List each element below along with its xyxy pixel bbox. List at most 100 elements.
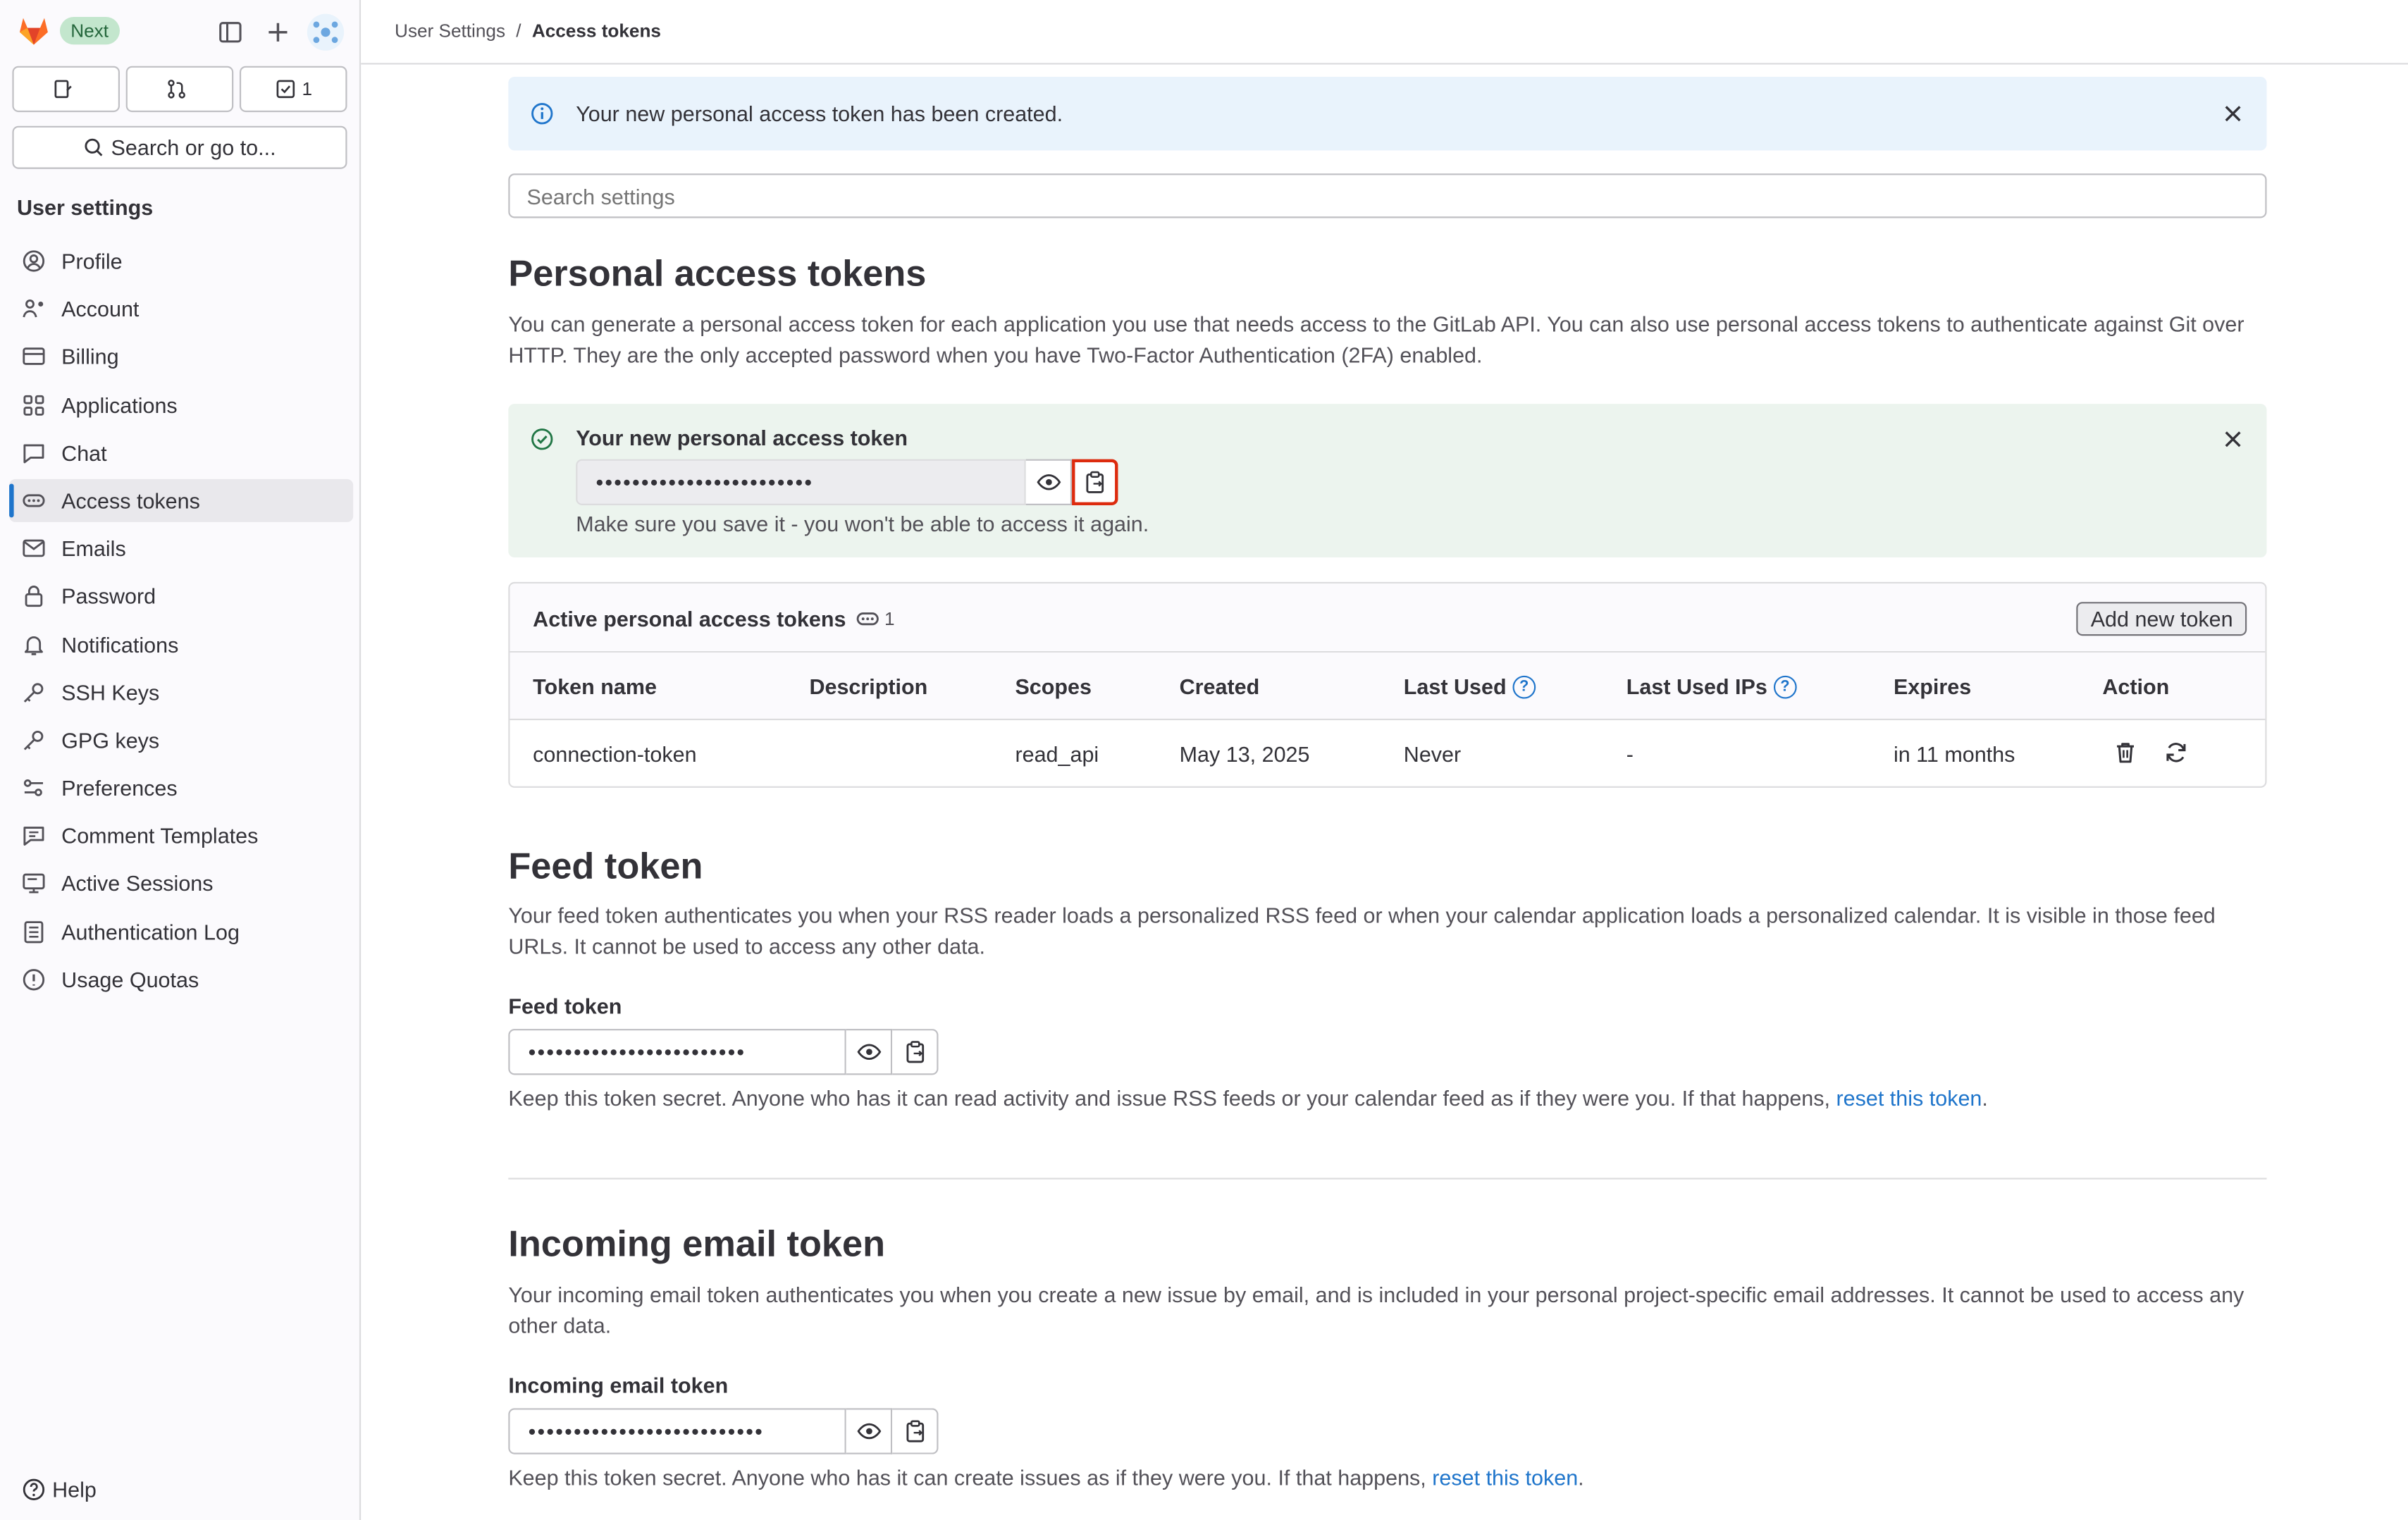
feed-token-note: Keep this token secret. Anyone who has i… xyxy=(508,1085,1988,1111)
lock-icon xyxy=(22,584,47,609)
breadcrumb-separator: / xyxy=(516,20,521,42)
pat-heading: Personal access tokens xyxy=(508,253,927,295)
column-created: Created xyxy=(1179,674,1260,699)
copy-feed-token-button[interactable] xyxy=(892,1029,939,1075)
column-last-used-ips: Last Used IPs ? xyxy=(1626,674,1797,699)
sidebar-item-authentication-log[interactable]: Authentication Log xyxy=(9,910,353,953)
sidebar: Next 1 Search or go to... User settings … xyxy=(0,0,362,1520)
add-new-token-button[interactable]: Add new token xyxy=(2077,602,2247,636)
sidebar-item-profile[interactable]: Profile xyxy=(9,240,353,283)
help-button[interactable]: Help xyxy=(22,1477,97,1502)
column-expires: Expires xyxy=(1893,674,1972,699)
pat-description: You can generate a personal access token… xyxy=(508,311,2245,366)
active-tokens-header: Active personal access tokens 1 Add new … xyxy=(510,583,2266,653)
toggle-visibility-button[interactable] xyxy=(1025,459,1073,505)
sidebar-item-preferences[interactable]: Preferences xyxy=(9,767,353,810)
new-token-field: •••••••••••••••••••••••• xyxy=(576,459,1118,505)
preferences-icon xyxy=(22,776,47,801)
toggle-visibility-button[interactable] xyxy=(846,1408,893,1454)
column-description: Description xyxy=(809,674,928,699)
incoming-email-token-field: •••••••••••••••••••••••••• xyxy=(508,1408,939,1454)
billing-icon xyxy=(22,345,47,369)
column-action: Action xyxy=(2102,674,2170,699)
gitlab-logo-icon[interactable] xyxy=(17,14,51,48)
todo-button[interactable]: 1 xyxy=(239,66,347,113)
sidebar-item-applications[interactable]: Applications xyxy=(9,383,353,426)
reset-feed-token-link[interactable]: reset this token xyxy=(1836,1086,1982,1111)
trash-icon[interactable] xyxy=(2111,739,2139,766)
feed-token-field: •••••••••••••••••••••••• xyxy=(508,1029,939,1075)
token-created-alert: Your new personal access token has been … xyxy=(508,76,2267,151)
monitor-icon xyxy=(22,872,47,896)
new-token-input[interactable]: •••••••••••••••••••••••• xyxy=(576,459,1026,505)
applications-icon xyxy=(22,393,47,417)
token-icon xyxy=(856,612,879,626)
breadcrumb-access-tokens[interactable]: Access tokens xyxy=(532,20,661,42)
column-last-used: Last Used ? xyxy=(1404,674,1536,699)
question-icon[interactable]: ? xyxy=(1512,674,1536,698)
key-icon xyxy=(22,728,47,753)
copy-token-button[interactable] xyxy=(1072,459,1118,505)
incoming-email-heading: Incoming email token xyxy=(508,1223,886,1266)
close-icon[interactable] xyxy=(2221,101,2245,126)
question-icon[interactable]: ? xyxy=(1773,674,1797,698)
search-button[interactable]: Search or go to... xyxy=(12,125,347,169)
sidebar-toggle-icon[interactable] xyxy=(215,17,246,48)
toggle-visibility-button[interactable] xyxy=(846,1029,893,1075)
key-icon xyxy=(22,680,47,705)
sidebar-heading: User settings xyxy=(16,194,154,220)
table-row: connection-token read_api May 13, 2025 N… xyxy=(510,720,2265,788)
table-header: Token name Description Scopes Created La… xyxy=(510,653,2266,721)
chat-icon xyxy=(22,440,47,465)
sidebar-item-gpg-keys[interactable]: GPG keys xyxy=(9,719,353,762)
search-settings-input[interactable] xyxy=(508,173,2267,218)
account-icon xyxy=(22,297,47,321)
incoming-email-token-note: Keep this token secret. Anyone who has i… xyxy=(508,1464,1584,1490)
new-token-alert: Your new personal access token •••••••••… xyxy=(508,404,2267,558)
breadcrumb-user-settings[interactable]: User Settings xyxy=(395,20,505,42)
sidebar-item-comment-templates[interactable]: Comment Templates xyxy=(9,815,353,858)
feed-token-input[interactable]: •••••••••••••••••••••••• xyxy=(508,1029,846,1075)
sidebar-item-password[interactable]: Password xyxy=(9,575,353,618)
profile-icon xyxy=(22,249,47,273)
sidebar-item-notifications[interactable]: Notifications xyxy=(9,623,353,666)
incoming-email-token-input[interactable]: •••••••••••••••••••••••••• xyxy=(508,1408,846,1454)
incoming-email-token-label: Incoming email token xyxy=(508,1373,729,1398)
divider xyxy=(508,1178,2267,1180)
sidebar-item-active-sessions[interactable]: Active Sessions xyxy=(9,862,353,905)
merge-requests-button[interactable] xyxy=(125,66,234,113)
issues-button[interactable] xyxy=(12,66,120,113)
eye-icon xyxy=(856,1423,881,1440)
plus-icon[interactable] xyxy=(263,17,294,48)
todo-icon xyxy=(276,80,295,99)
active-tokens-title: Active personal access tokens 1 xyxy=(533,606,895,631)
sidebar-item-chat[interactable]: Chat xyxy=(9,431,353,474)
sidebar-item-billing[interactable]: Billing xyxy=(9,335,353,378)
eye-icon xyxy=(856,1044,881,1060)
quota-icon xyxy=(22,967,47,991)
merge-request-icon xyxy=(168,80,185,99)
token-expires-cell: in 11 months xyxy=(1893,741,2015,767)
feed-heading: Feed token xyxy=(508,846,703,888)
sidebar-item-account[interactable]: Account xyxy=(9,288,353,330)
clipboard-icon xyxy=(1085,471,1103,493)
next-badge[interactable]: Next xyxy=(59,16,120,45)
incoming-email-description: Your incoming email token authenticates … xyxy=(508,1282,2245,1337)
sidebar-item-usage-quotas[interactable]: Usage Quotas xyxy=(9,958,353,1001)
rotate-icon[interactable] xyxy=(2162,739,2190,766)
feed-description: Your feed token authenticates you when y… xyxy=(508,903,2216,958)
token-count: 1 xyxy=(856,607,895,631)
new-token-title: Your new personal access token xyxy=(576,425,908,450)
top-bar: User Settings / Access tokens xyxy=(361,0,2408,65)
close-icon[interactable] xyxy=(2221,427,2245,452)
log-icon xyxy=(22,920,47,944)
avatar[interactable] xyxy=(307,13,345,51)
clipboard-icon xyxy=(906,1041,924,1063)
reset-incoming-email-token-link[interactable]: reset this token xyxy=(1432,1465,1578,1490)
sidebar-item-ssh-keys[interactable]: SSH Keys xyxy=(9,671,353,714)
token-last-used-cell: Never xyxy=(1403,741,1462,767)
sidebar-item-emails[interactable]: Emails xyxy=(9,527,353,570)
check-circle-icon xyxy=(531,428,553,450)
copy-incoming-email-token-button[interactable] xyxy=(892,1408,939,1454)
sidebar-item-access-tokens[interactable]: Access tokens xyxy=(9,478,354,522)
